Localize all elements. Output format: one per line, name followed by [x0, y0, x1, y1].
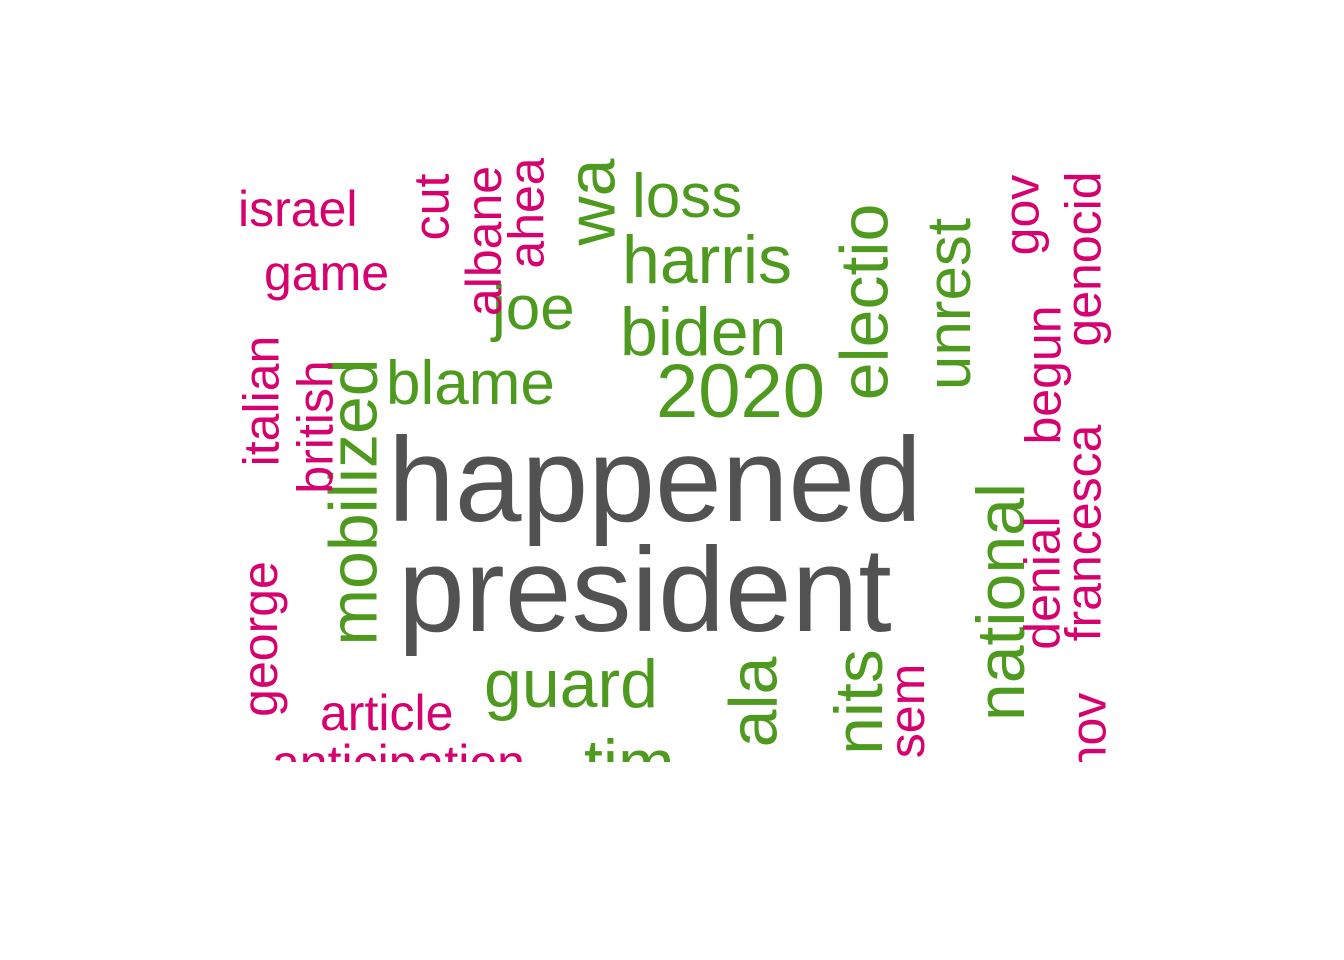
word-denial: denial: [1014, 516, 1071, 650]
word-anticipation: anticipation: [272, 738, 525, 762]
word-article: article: [320, 685, 454, 741]
word-loss: loss: [632, 162, 743, 231]
word-israel: israel: [238, 181, 358, 237]
word-2020: 2020: [656, 349, 826, 434]
word-game: game: [264, 245, 390, 301]
word-sem: sem: [879, 663, 936, 759]
word-president: president: [398, 523, 892, 657]
word-tim: tim: [584, 730, 675, 762]
word-cloud: happened president loss harris joe biden…: [228, 158, 1116, 762]
word-gov: gov: [993, 174, 1050, 256]
word-british: british: [287, 360, 344, 494]
word-nov: nov: [1060, 692, 1116, 762]
word-italian: italian: [233, 335, 290, 467]
word-george: george: [231, 561, 288, 717]
word-blame: blame: [386, 349, 555, 418]
word-harris: harris: [622, 222, 793, 298]
word-cut: cut: [403, 173, 460, 241]
word-guard: guard: [484, 646, 658, 722]
word-happened: happened: [388, 413, 922, 547]
word-wa: wa: [553, 158, 630, 246]
word-ahead: ahea: [498, 158, 555, 269]
word-unrest: unrest: [915, 217, 985, 391]
word-election: electio: [826, 203, 903, 401]
word-kamala: ala: [715, 656, 792, 748]
